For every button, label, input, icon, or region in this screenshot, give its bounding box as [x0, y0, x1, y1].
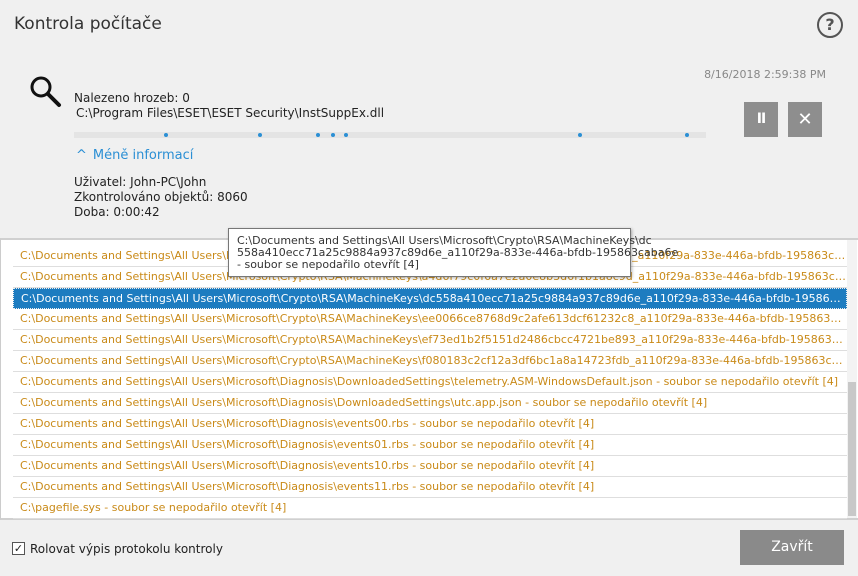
progress-dot: [685, 133, 689, 137]
log-row[interactable]: C:\Documents and Settings\All Users\Micr…: [13, 414, 847, 435]
pause-button[interactable]: II: [744, 102, 778, 137]
scroll-log-label[interactable]: Rolovat výpis protokolu kontroly: [30, 542, 223, 556]
chevron-up-icon: ^: [76, 148, 87, 163]
scan-log-list[interactable]: C:\Documents and Settings\All Users\Micr…: [0, 238, 858, 520]
log-row-tooltip: C:\Documents and Settings\All Users\Micr…: [228, 228, 678, 277]
scan-checked-count: Zkontrolováno objektů: 8060: [74, 190, 248, 204]
progress-dot: [258, 133, 262, 137]
log-row[interactable]: C:\Documents and Settings\All Users\Micr…: [13, 477, 847, 498]
log-row[interactable]: C:\Documents and Settings\All Users\Micr…: [13, 456, 847, 477]
scrollbar-thumb[interactable]: [848, 382, 856, 516]
progress-dot: [164, 133, 168, 137]
magnifier-icon: [30, 76, 61, 107]
log-row[interactable]: C:\pagefile.sys - soubor se nepodařilo o…: [13, 498, 847, 519]
log-row[interactable]: C:\Documents and Settings\All Users\Micr…: [13, 309, 847, 330]
log-row[interactable]: C:\Documents and Settings\All Users\Micr…: [13, 393, 847, 414]
progress-dot: [344, 133, 348, 137]
scan-duration: Doba: 0:00:42: [74, 205, 160, 219]
current-file: C:\Program Files\ESET\ESET Security\Inst…: [76, 106, 385, 120]
stop-button[interactable]: ✕: [788, 102, 822, 137]
log-row-selected[interactable]: C:\Documents and Settings\All Users\Micr…: [13, 288, 847, 309]
window-title: Kontrola počítače: [14, 14, 162, 34]
scrollbar[interactable]: [847, 240, 857, 518]
help-icon[interactable]: ?: [817, 12, 843, 38]
scan-user: Uživatel: John-PC\John: [74, 175, 207, 189]
log-row[interactable]: C:\Documents and Settings\All Users\Micr…: [13, 330, 847, 351]
tooltip-line: - soubor se nepodařilo otevřít [4]: [237, 258, 419, 271]
less-info-toggle[interactable]: ^ Méně informací: [76, 148, 193, 163]
close-button[interactable]: Zavřít: [740, 530, 844, 565]
scan-timestamp: 8/16/2018 2:59:38 PM: [704, 68, 826, 81]
log-row[interactable]: C:\Documents and Settings\All Users\Micr…: [13, 372, 847, 393]
threats-found: Nalezeno hrozeb: 0: [74, 91, 190, 105]
progress-dot: [578, 133, 582, 137]
log-row[interactable]: C:\Documents and Settings\All Users\Micr…: [13, 351, 847, 372]
progress-dot: [331, 133, 335, 137]
scroll-log-checkbox[interactable]: ✓: [12, 542, 25, 555]
log-row[interactable]: C:\Documents and Settings\All Users\Micr…: [13, 435, 847, 456]
scan-progress-bar: [74, 132, 706, 138]
progress-dot: [316, 133, 320, 137]
less-info-label: Méně informací: [92, 148, 194, 163]
